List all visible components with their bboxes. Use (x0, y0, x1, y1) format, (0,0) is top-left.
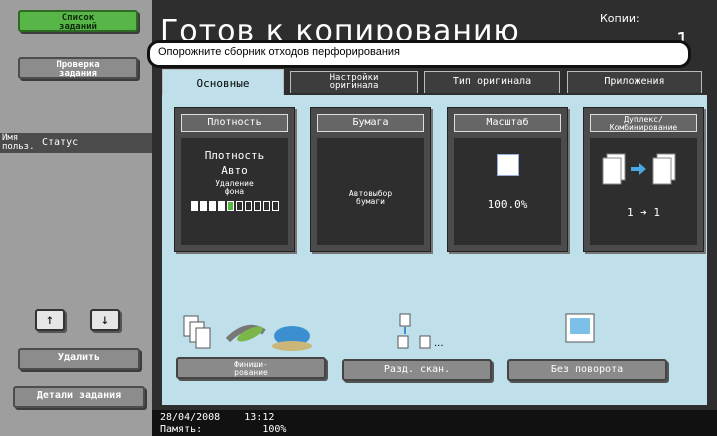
status-column-header: Статус (42, 137, 79, 148)
tab-content: Плотность Плотность Авто Удаление фона Б… (162, 95, 707, 405)
density-card-title: Плотность (181, 114, 288, 132)
tab-basic[interactable]: Основные (162, 69, 284, 95)
paper-value: Автовыбор бумаги (348, 189, 393, 206)
duplex-card[interactable]: Дуплекс/ Комбинирование 1 ➔ 1 (583, 107, 704, 252)
status-bar: 28/04/2008 13:12 Память: 100% (152, 410, 717, 436)
separate-scan-button[interactable]: Разд. скан. (342, 359, 492, 381)
arrow-down-icon: ↓ (100, 312, 110, 328)
job-list-header: Имя польз. Статус (0, 133, 152, 153)
copies-label: Копии: (600, 12, 640, 25)
finishing-button[interactable]: Финиши- рование (176, 357, 326, 379)
user-column-header: Имя польз. (2, 133, 35, 152)
svg-text:...: ... (434, 338, 444, 349)
separate-scan-icon: ... (397, 313, 444, 349)
duplex-icon (602, 153, 675, 185)
density-card[interactable]: Плотность Плотность Авто Удаление фона (174, 107, 295, 252)
memory-status: Память: 100% (160, 424, 287, 435)
background-level-meter (189, 201, 281, 211)
density-label: Плотность (204, 149, 265, 162)
date-time: 28/04/2008 13:12 (160, 412, 275, 423)
tab-applications[interactable]: Приложения (567, 71, 702, 93)
density-card-body: Плотность Авто Удаление фона (181, 138, 288, 245)
zoom-card-body: 100.0% (454, 138, 561, 245)
tab-bar: Основные Настройки оригинала Тип оригина… (162, 69, 707, 95)
paper-card-title: Бумага (317, 114, 424, 132)
duplex-card-title: Дуплекс/ Комбинирование (590, 114, 697, 132)
zoom-card-title: Масштаб (454, 114, 561, 132)
no-rotation-button[interactable]: Без поворота (507, 359, 667, 381)
zoom-card[interactable]: Масштаб 100.0% (447, 107, 568, 252)
zoom-page-icon (496, 154, 519, 176)
no-rotation-icon (565, 313, 595, 343)
tab-original-settings[interactable]: Настройки оригинала (290, 71, 418, 93)
paper-card-body: Автовыбор бумаги (317, 138, 424, 245)
finishing-icon (183, 315, 312, 351)
job-details-button[interactable]: Детали задания (13, 386, 145, 408)
message-bar: Опорожните сборник отходов перфорировани… (147, 40, 691, 68)
scroll-down-button[interactable]: ↓ (90, 309, 120, 331)
duplex-value: 1 ➔ 1 (626, 206, 661, 219)
zoom-value: 100.0% (487, 198, 528, 211)
tab-original-type[interactable]: Тип оригинала (424, 71, 560, 93)
delete-button[interactable]: Удалить (18, 348, 140, 370)
density-value: Авто (221, 164, 248, 177)
job-list[interactable] (0, 153, 152, 356)
paper-card[interactable]: Бумага Автовыбор бумаги (310, 107, 431, 252)
duplex-card-body: 1 ➔ 1 (590, 138, 697, 245)
scroll-up-button[interactable]: ↑ (35, 309, 65, 331)
background-removal-label: Удаление фона (215, 179, 254, 196)
arrow-up-icon: ↑ (45, 312, 55, 328)
job-check-button[interactable]: Проверка задания (18, 57, 138, 79)
job-list-button[interactable]: Список заданий (18, 10, 138, 32)
